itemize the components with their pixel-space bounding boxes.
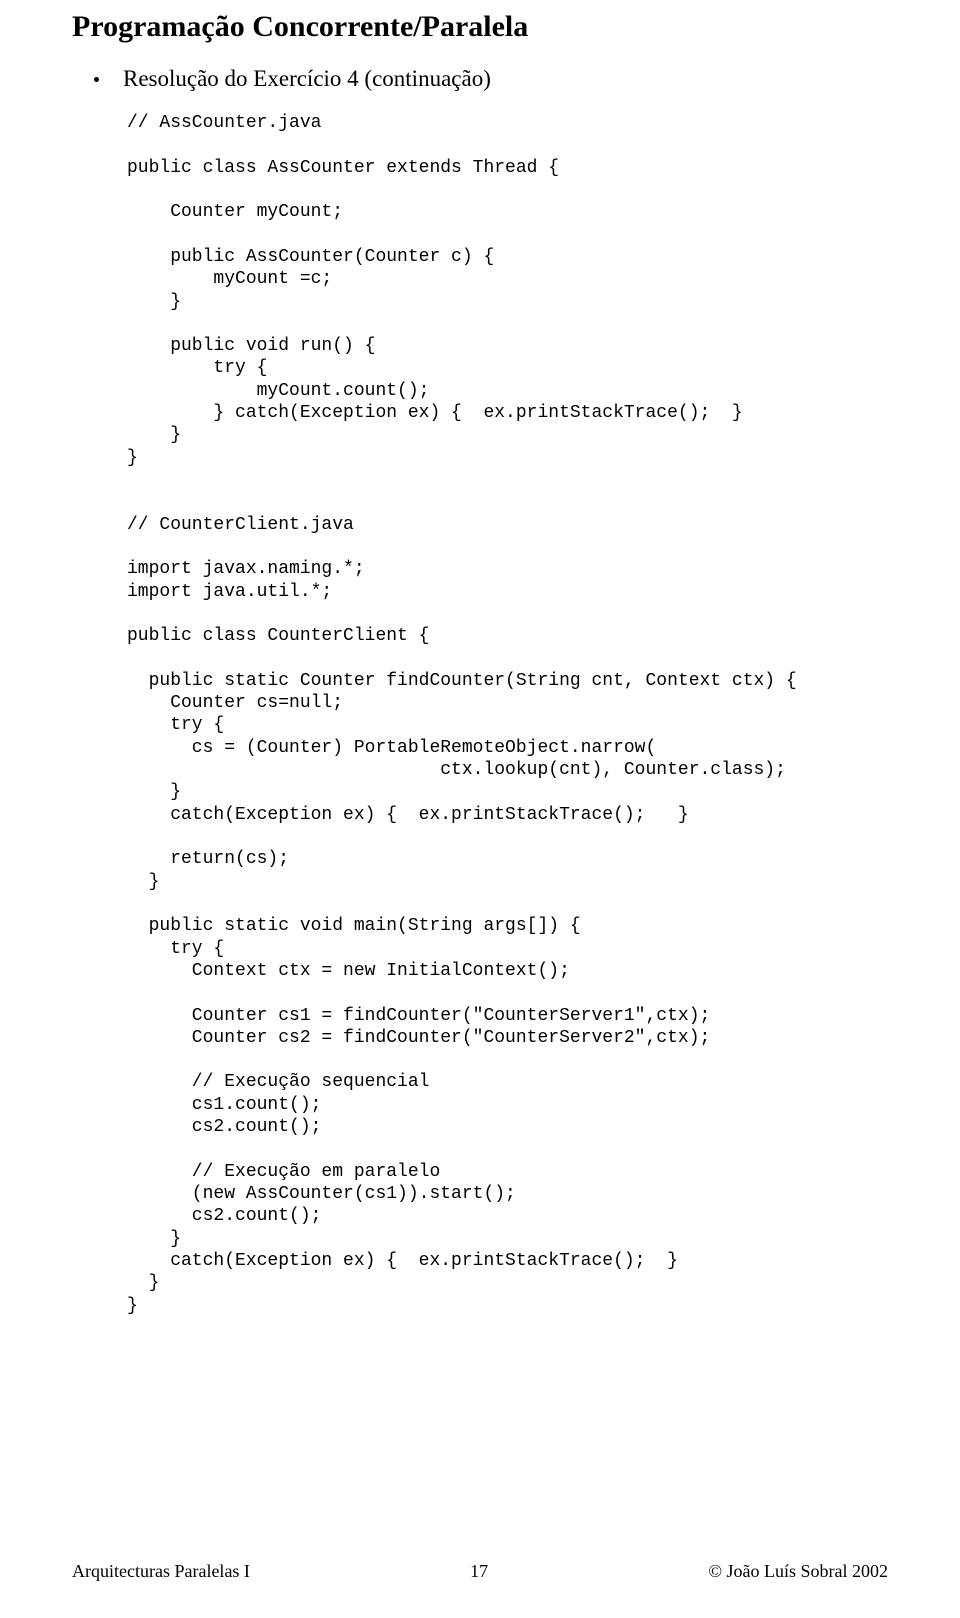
footer-right: © João Luís Sobral 2002 bbox=[708, 1561, 888, 1582]
footer: Arquitecturas Paralelas I 17 © João Luís… bbox=[0, 1561, 960, 1582]
code-block: // AssCounter.java public class AssCount… bbox=[127, 112, 888, 1317]
bullet-line: Resolução do Exercício 4 (continuação) bbox=[72, 66, 888, 92]
bullet-icon bbox=[94, 77, 99, 82]
bullet-text: Resolução do Exercício 4 (continuação) bbox=[123, 66, 491, 92]
footer-page-number: 17 bbox=[470, 1561, 488, 1582]
footer-left: Arquitecturas Paralelas I bbox=[72, 1561, 250, 1582]
page-title: Programação Concorrente/Paralela bbox=[72, 10, 888, 44]
page: Programação Concorrente/Paralela Resoluç… bbox=[0, 0, 960, 1618]
